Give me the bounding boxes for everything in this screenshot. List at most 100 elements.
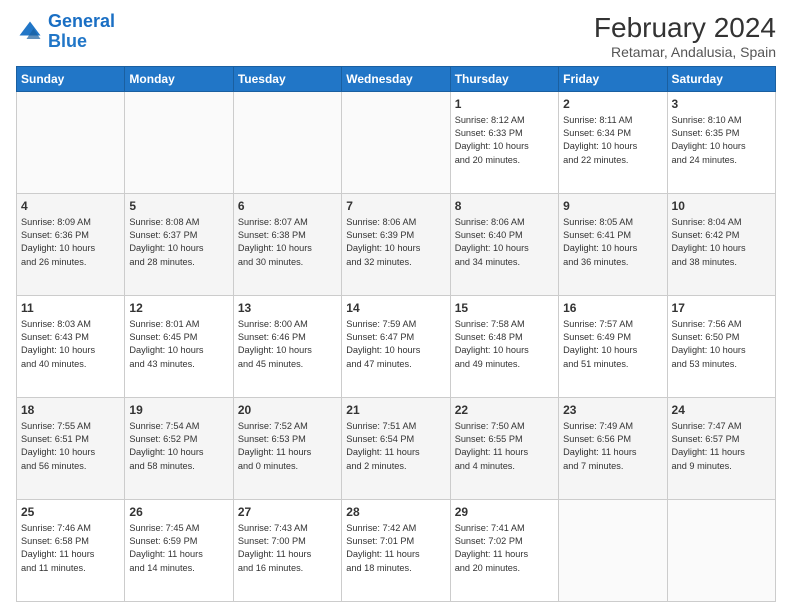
day-cell: 8Sunrise: 8:06 AM Sunset: 6:40 PM Daylig… xyxy=(450,194,558,296)
subtitle: Retamar, Andalusia, Spain xyxy=(594,44,776,60)
day-cell: 17Sunrise: 7:56 AM Sunset: 6:50 PM Dayli… xyxy=(667,296,775,398)
day-cell: 23Sunrise: 7:49 AM Sunset: 6:56 PM Dayli… xyxy=(559,398,667,500)
page: General Blue February 2024 Retamar, Anda… xyxy=(0,0,792,612)
day-number: 19 xyxy=(129,402,228,419)
day-number: 29 xyxy=(455,504,554,521)
day-cell: 19Sunrise: 7:54 AM Sunset: 6:52 PM Dayli… xyxy=(125,398,233,500)
day-cell: 6Sunrise: 8:07 AM Sunset: 6:38 PM Daylig… xyxy=(233,194,341,296)
day-cell: 28Sunrise: 7:42 AM Sunset: 7:01 PM Dayli… xyxy=(342,500,450,602)
day-info: Sunrise: 7:59 AM Sunset: 6:47 PM Dayligh… xyxy=(346,318,445,371)
header: General Blue February 2024 Retamar, Anda… xyxy=(16,12,776,60)
day-info: Sunrise: 8:12 AM Sunset: 6:33 PM Dayligh… xyxy=(455,114,554,167)
day-info: Sunrise: 7:54 AM Sunset: 6:52 PM Dayligh… xyxy=(129,420,228,473)
day-number: 26 xyxy=(129,504,228,521)
day-info: Sunrise: 7:56 AM Sunset: 6:50 PM Dayligh… xyxy=(672,318,771,371)
day-number: 9 xyxy=(563,198,662,215)
day-info: Sunrise: 7:49 AM Sunset: 6:56 PM Dayligh… xyxy=(563,420,662,473)
day-cell: 16Sunrise: 7:57 AM Sunset: 6:49 PM Dayli… xyxy=(559,296,667,398)
day-cell: 14Sunrise: 7:59 AM Sunset: 6:47 PM Dayli… xyxy=(342,296,450,398)
day-info: Sunrise: 7:42 AM Sunset: 7:01 PM Dayligh… xyxy=(346,522,445,575)
weekday-header-tuesday: Tuesday xyxy=(233,67,341,92)
day-cell: 22Sunrise: 7:50 AM Sunset: 6:55 PM Dayli… xyxy=(450,398,558,500)
day-number: 5 xyxy=(129,198,228,215)
day-number: 8 xyxy=(455,198,554,215)
day-info: Sunrise: 8:07 AM Sunset: 6:38 PM Dayligh… xyxy=(238,216,337,269)
day-info: Sunrise: 8:01 AM Sunset: 6:45 PM Dayligh… xyxy=(129,318,228,371)
main-title: February 2024 xyxy=(594,12,776,44)
day-cell: 24Sunrise: 7:47 AM Sunset: 6:57 PM Dayli… xyxy=(667,398,775,500)
logo-icon xyxy=(16,18,44,46)
day-cell: 13Sunrise: 8:00 AM Sunset: 6:46 PM Dayli… xyxy=(233,296,341,398)
day-cell: 20Sunrise: 7:52 AM Sunset: 6:53 PM Dayli… xyxy=(233,398,341,500)
day-cell: 4Sunrise: 8:09 AM Sunset: 6:36 PM Daylig… xyxy=(17,194,125,296)
day-info: Sunrise: 8:05 AM Sunset: 6:41 PM Dayligh… xyxy=(563,216,662,269)
day-number: 15 xyxy=(455,300,554,317)
day-cell xyxy=(17,92,125,194)
day-number: 20 xyxy=(238,402,337,419)
day-number: 28 xyxy=(346,504,445,521)
day-cell xyxy=(667,500,775,602)
day-info: Sunrise: 7:50 AM Sunset: 6:55 PM Dayligh… xyxy=(455,420,554,473)
day-info: Sunrise: 8:04 AM Sunset: 6:42 PM Dayligh… xyxy=(672,216,771,269)
day-info: Sunrise: 7:57 AM Sunset: 6:49 PM Dayligh… xyxy=(563,318,662,371)
logo: General Blue xyxy=(16,12,115,52)
day-number: 18 xyxy=(21,402,120,419)
week-row-0: 1Sunrise: 8:12 AM Sunset: 6:33 PM Daylig… xyxy=(17,92,776,194)
day-info: Sunrise: 8:09 AM Sunset: 6:36 PM Dayligh… xyxy=(21,216,120,269)
day-info: Sunrise: 7:47 AM Sunset: 6:57 PM Dayligh… xyxy=(672,420,771,473)
day-number: 10 xyxy=(672,198,771,215)
day-cell: 27Sunrise: 7:43 AM Sunset: 7:00 PM Dayli… xyxy=(233,500,341,602)
day-cell xyxy=(125,92,233,194)
day-info: Sunrise: 7:46 AM Sunset: 6:58 PM Dayligh… xyxy=(21,522,120,575)
day-number: 21 xyxy=(346,402,445,419)
day-info: Sunrise: 8:06 AM Sunset: 6:39 PM Dayligh… xyxy=(346,216,445,269)
week-row-2: 11Sunrise: 8:03 AM Sunset: 6:43 PM Dayli… xyxy=(17,296,776,398)
weekday-header-sunday: Sunday xyxy=(17,67,125,92)
day-number: 6 xyxy=(238,198,337,215)
calendar-table: SundayMondayTuesdayWednesdayThursdayFrid… xyxy=(16,66,776,602)
day-number: 16 xyxy=(563,300,662,317)
weekday-header-wednesday: Wednesday xyxy=(342,67,450,92)
weekday-header-thursday: Thursday xyxy=(450,67,558,92)
day-cell: 18Sunrise: 7:55 AM Sunset: 6:51 PM Dayli… xyxy=(17,398,125,500)
day-number: 1 xyxy=(455,96,554,113)
day-number: 23 xyxy=(563,402,662,419)
week-row-3: 18Sunrise: 7:55 AM Sunset: 6:51 PM Dayli… xyxy=(17,398,776,500)
weekday-header-friday: Friday xyxy=(559,67,667,92)
day-info: Sunrise: 7:58 AM Sunset: 6:48 PM Dayligh… xyxy=(455,318,554,371)
day-cell: 10Sunrise: 8:04 AM Sunset: 6:42 PM Dayli… xyxy=(667,194,775,296)
day-info: Sunrise: 8:10 AM Sunset: 6:35 PM Dayligh… xyxy=(672,114,771,167)
day-number: 7 xyxy=(346,198,445,215)
day-cell xyxy=(559,500,667,602)
week-row-1: 4Sunrise: 8:09 AM Sunset: 6:36 PM Daylig… xyxy=(17,194,776,296)
day-number: 11 xyxy=(21,300,120,317)
day-info: Sunrise: 7:55 AM Sunset: 6:51 PM Dayligh… xyxy=(21,420,120,473)
day-number: 27 xyxy=(238,504,337,521)
title-block: February 2024 Retamar, Andalusia, Spain xyxy=(594,12,776,60)
day-number: 22 xyxy=(455,402,554,419)
day-cell: 2Sunrise: 8:11 AM Sunset: 6:34 PM Daylig… xyxy=(559,92,667,194)
day-cell: 7Sunrise: 8:06 AM Sunset: 6:39 PM Daylig… xyxy=(342,194,450,296)
day-number: 17 xyxy=(672,300,771,317)
day-cell: 26Sunrise: 7:45 AM Sunset: 6:59 PM Dayli… xyxy=(125,500,233,602)
day-cell: 1Sunrise: 8:12 AM Sunset: 6:33 PM Daylig… xyxy=(450,92,558,194)
day-number: 12 xyxy=(129,300,228,317)
day-number: 14 xyxy=(346,300,445,317)
day-info: Sunrise: 7:45 AM Sunset: 6:59 PM Dayligh… xyxy=(129,522,228,575)
day-cell: 9Sunrise: 8:05 AM Sunset: 6:41 PM Daylig… xyxy=(559,194,667,296)
day-cell: 21Sunrise: 7:51 AM Sunset: 6:54 PM Dayli… xyxy=(342,398,450,500)
day-number: 2 xyxy=(563,96,662,113)
day-number: 24 xyxy=(672,402,771,419)
day-cell: 5Sunrise: 8:08 AM Sunset: 6:37 PM Daylig… xyxy=(125,194,233,296)
day-cell: 12Sunrise: 8:01 AM Sunset: 6:45 PM Dayli… xyxy=(125,296,233,398)
day-info: Sunrise: 7:51 AM Sunset: 6:54 PM Dayligh… xyxy=(346,420,445,473)
day-info: Sunrise: 7:43 AM Sunset: 7:00 PM Dayligh… xyxy=(238,522,337,575)
logo-line1: General xyxy=(48,11,115,31)
day-info: Sunrise: 8:08 AM Sunset: 6:37 PM Dayligh… xyxy=(129,216,228,269)
day-cell xyxy=(233,92,341,194)
day-cell xyxy=(342,92,450,194)
day-number: 13 xyxy=(238,300,337,317)
day-cell: 15Sunrise: 7:58 AM Sunset: 6:48 PM Dayli… xyxy=(450,296,558,398)
day-number: 25 xyxy=(21,504,120,521)
weekday-header-monday: Monday xyxy=(125,67,233,92)
